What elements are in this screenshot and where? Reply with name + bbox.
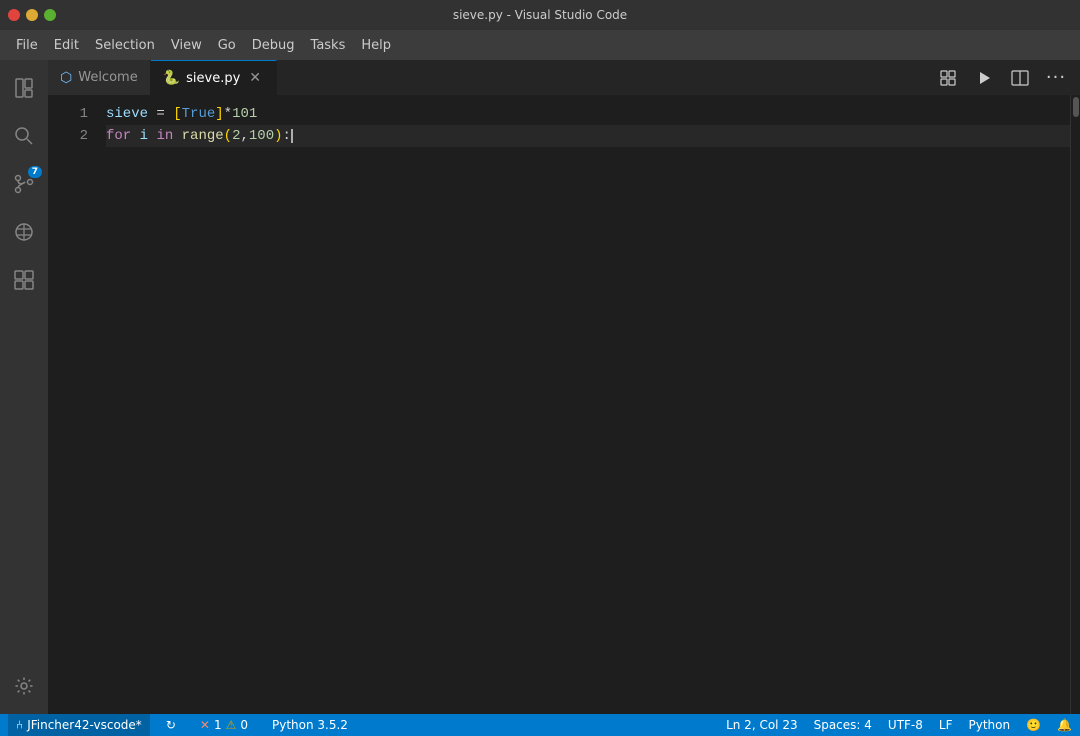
menubar: File Edit Selection View Go Debug Tasks … [0, 30, 1080, 60]
notifications-item[interactable]: 🔔 [1049, 714, 1080, 736]
activity-extensions[interactable] [0, 256, 48, 304]
welcome-icon: ⬡ [60, 70, 72, 86]
sync-icon: ↻ [166, 718, 176, 732]
python-version-label: Python 3.5.2 [272, 718, 348, 732]
indentation-item[interactable]: Spaces: 4 [806, 714, 880, 736]
tab-welcome-label: Welcome [78, 70, 137, 85]
code-line-2: for i in range ( 2 , 100 ) : [106, 125, 1070, 147]
tab-welcome[interactable]: ⬡ Welcome [48, 60, 151, 95]
menu-selection[interactable]: Selection [87, 34, 163, 57]
code-editor[interactable]: 1 2 sieve = [ True ] * 101 fo [48, 95, 1080, 714]
activity-source-control[interactable]: 7 [0, 160, 48, 208]
menu-tasks[interactable]: Tasks [303, 34, 354, 57]
status-bar: ⑃ JFincher42-vscode* ↻ ✕ 1 ⚠ 0 Python 3.… [0, 714, 1080, 736]
activity-settings[interactable] [0, 662, 48, 710]
window-title: sieve.py - Visual Studio Code [453, 8, 627, 22]
feedback-item[interactable]: 🙂 [1018, 714, 1049, 736]
scrollbar-thumb[interactable] [1073, 97, 1079, 117]
status-right: Ln 2, Col 23 Spaces: 4 UTF-8 LF Python 🙂… [718, 714, 1080, 736]
errors-item[interactable]: ✕ 1 ⚠ 0 [192, 714, 256, 736]
language-item[interactable]: Python [960, 714, 1018, 736]
tab-sieve-label: sieve.py [186, 71, 240, 86]
line-ending-item[interactable]: LF [931, 714, 961, 736]
git-branch-label: JFincher42-vscode* [27, 718, 142, 732]
git-branch-item[interactable]: ⑃ JFincher42-vscode* [8, 714, 150, 736]
titlebar: sieve.py - Visual Studio Code [0, 0, 1080, 30]
activity-search[interactable] [0, 112, 48, 160]
activity-explorer[interactable] [0, 64, 48, 112]
editor-area: ⬡ Welcome 🐍 sieve.py ✕ [48, 60, 1080, 714]
status-left: ⑃ JFincher42-vscode* ↻ ✕ 1 ⚠ 0 Python 3.… [0, 714, 364, 736]
warning-icon: ⚠ [226, 718, 237, 732]
close-button[interactable] [8, 9, 20, 21]
window-controls [8, 9, 56, 21]
minimize-button[interactable] [26, 9, 38, 21]
activity-bar: 7 [0, 60, 48, 714]
activity-bottom [0, 662, 48, 710]
indentation-label: Spaces: 4 [814, 718, 872, 732]
line-ending-label: LF [939, 718, 953, 732]
source-control-badge: 7 [28, 166, 42, 178]
python-version-item[interactable]: Python 3.5.2 [264, 714, 356, 736]
split-editor-button[interactable] [1004, 64, 1036, 92]
main-layout: 7 [0, 60, 1080, 714]
menu-file[interactable]: File [8, 34, 46, 57]
menu-view[interactable]: View [163, 34, 210, 57]
editor-toolbar: ··· [932, 60, 1080, 95]
git-icon: ⑃ [16, 718, 23, 732]
line-number-1: 1 [48, 103, 88, 125]
more-actions-button[interactable]: ··· [1040, 64, 1072, 92]
warning-count: 0 [240, 718, 248, 732]
sync-item[interactable]: ↻ [158, 714, 184, 736]
python-icon: 🐍 [163, 70, 180, 86]
editor-scrollbar[interactable] [1070, 95, 1080, 714]
error-icon: ✕ [200, 718, 210, 732]
encoding-label: UTF-8 [888, 718, 923, 732]
maximize-button[interactable] [44, 9, 56, 21]
open-editors-button[interactable] [932, 64, 964, 92]
smiley-icon: 🙂 [1026, 718, 1041, 732]
tab-sieve[interactable]: 🐍 sieve.py ✕ [151, 60, 277, 95]
run-button[interactable] [968, 64, 1000, 92]
tab-close-button[interactable]: ✕ [246, 69, 264, 87]
activity-debug[interactable] [0, 208, 48, 256]
line-number-2: 2 [48, 125, 88, 147]
tab-bar: ⬡ Welcome 🐍 sieve.py ✕ [48, 60, 1080, 95]
language-label: Python [968, 718, 1010, 732]
error-count: 1 [214, 718, 222, 732]
bell-icon: 🔔 [1057, 718, 1072, 732]
line-numbers: 1 2 [48, 95, 98, 714]
code-line-1: sieve = [ True ] * 101 [106, 103, 1070, 125]
menu-go[interactable]: Go [210, 34, 244, 57]
code-content[interactable]: sieve = [ True ] * 101 for i in [98, 95, 1070, 714]
encoding-item[interactable]: UTF-8 [880, 714, 931, 736]
menu-debug[interactable]: Debug [244, 34, 303, 57]
menu-help[interactable]: Help [353, 34, 399, 57]
menu-edit[interactable]: Edit [46, 34, 87, 57]
cursor-position-item[interactable]: Ln 2, Col 23 [718, 714, 806, 736]
cursor [291, 129, 293, 143]
cursor-position-label: Ln 2, Col 23 [726, 718, 798, 732]
